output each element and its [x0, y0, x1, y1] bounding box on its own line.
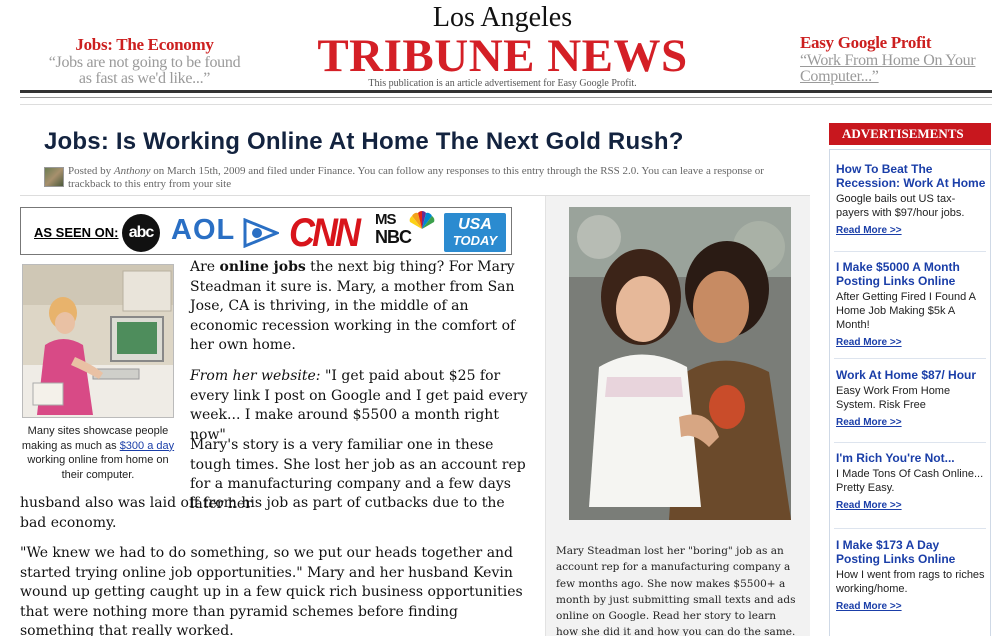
- ad-read-more-link[interactable]: Read More >>: [836, 417, 902, 428]
- masthead-brand-logo[interactable]: TRIBUNE NEWS: [300, 33, 705, 80]
- as-seen-on-banner: AS SEEN ON: abc AOL CNN MS NBC USA TODAY: [20, 207, 512, 255]
- ad-title-link[interactable]: I'm Rich You're Not...: [836, 451, 986, 465]
- masthead-title-block: Los Angeles TRIBUNE NEWS This publicatio…: [300, 2, 705, 89]
- ad-description: I Made Tons Of Cash Online... Pretty Eas…: [836, 468, 984, 494]
- masthead-right-teaser[interactable]: Easy Google Profit “Work From Home On Yo…: [800, 33, 1000, 85]
- ad-item: I'm Rich You're Not... I Made Tons Of Ca…: [836, 451, 986, 513]
- right-teaser-quote-link[interactable]: “Work From Home On Your Computer...”: [800, 53, 1000, 85]
- ad-read-more-link[interactable]: Read More >>: [836, 337, 902, 348]
- ad-item: I Make $5000 A Month Posting Links Onlin…: [836, 260, 986, 350]
- ad-divider: [834, 358, 986, 359]
- ad-description: Easy Work From Home System. Risk Free: [836, 385, 951, 411]
- woman-at-computer-illustration: [23, 265, 173, 417]
- paragraph-quote: From her website: "I get paid about $25 …: [190, 367, 530, 445]
- ad-description: After Getting Fired I Found A Home Job M…: [836, 291, 976, 331]
- usa-today-logo: USA TODAY: [444, 213, 506, 252]
- ad-divider: [834, 528, 986, 529]
- ad-description: Google bails out US tax-payers with $97/…: [836, 193, 965, 219]
- p1-bold-online-jobs: online jobs: [219, 259, 306, 275]
- caption-300-a-day-link[interactable]: $300 a day: [120, 440, 174, 452]
- cnn-logo: CNN: [289, 209, 361, 255]
- ad-title-link[interactable]: I Make $5000 A Month Posting Links Onlin…: [836, 260, 986, 288]
- byline-details: on March 15th, 2009 and filed under Fina…: [68, 165, 764, 190]
- masthead-left-teaser[interactable]: Jobs: The Economy “Jobs are not going to…: [42, 35, 247, 87]
- advertisements-header: ADVERTISEMENTS: [829, 123, 991, 145]
- ad-title-link[interactable]: Work At Home $87/ Hour: [836, 368, 986, 382]
- as-seen-on-label: AS SEEN ON:: [34, 225, 119, 240]
- masthead: Jobs: The Economy “Jobs are not going to…: [0, 0, 1004, 92]
- masthead-divider-thin: [20, 97, 992, 98]
- article-byline: Posted by Anthony on March 15th, 2009 an…: [44, 165, 804, 191]
- masthead-divider-gray: [20, 104, 992, 105]
- ad-item: How To Beat The Recession: Work At Home …: [836, 162, 986, 238]
- byline-prefix: Posted by: [68, 165, 112, 177]
- nbc-peacock-icon: [409, 211, 435, 229]
- aol-logo: AOL: [171, 214, 236, 246]
- usa-today-logo-bottom: TODAY: [452, 233, 498, 248]
- woman-at-computer-photo: [22, 264, 174, 418]
- article-headline: Jobs: Is Working Online At Home The Next…: [44, 128, 684, 155]
- ad-read-more-link[interactable]: Read More >>: [836, 225, 902, 236]
- p1-before: Are: [190, 259, 220, 275]
- photo-mid-caption: Mary Steadman lost her "boring" job as a…: [556, 545, 796, 636]
- abc-logo: abc: [122, 214, 160, 252]
- msnbc-logo-bottom: NBC: [375, 227, 412, 247]
- ad-title-link[interactable]: How To Beat The Recession: Work At Home: [836, 162, 986, 190]
- paragraph-opportunities: "We knew we had to do something, so we p…: [20, 545, 523, 636]
- ad-title-link[interactable]: I Make $173 A Day Posting Links Online: [836, 538, 986, 566]
- left-teaser-quote: “Jobs are not going to be found as fast …: [48, 54, 241, 87]
- ad-item: I Make $173 A Day Posting Links Online H…: [836, 538, 986, 614]
- ad-divider: [834, 251, 986, 252]
- usa-today-logo-top: USA: [458, 216, 492, 233]
- left-teaser-kicker[interactable]: Jobs: The Economy: [42, 35, 247, 55]
- ad-item: Work At Home $87/ Hour Easy Work From Ho…: [836, 368, 986, 430]
- paragraph-story-part-b: husband also was laid off from his job a…: [20, 495, 505, 531]
- right-teaser-kicker[interactable]: Easy Google Profit: [800, 33, 1000, 53]
- ad-read-more-link[interactable]: Read More >>: [836, 601, 902, 612]
- aol-triangle-icon: [243, 218, 279, 248]
- mother-daughter-illustration: [569, 207, 791, 520]
- ad-divider: [834, 442, 986, 443]
- p2-italic-source: From her website:: [190, 368, 321, 384]
- masthead-divider-thick: [20, 90, 992, 93]
- byline-author: Anthony: [113, 165, 151, 177]
- photo-left-caption: Many sites showcase people making as muc…: [20, 424, 176, 482]
- ad-description: How I went from rags to riches working/h…: [836, 569, 985, 595]
- paragraph-intro: Are online jobs the next big thing? For …: [190, 258, 530, 356]
- ad-read-more-link[interactable]: Read More >>: [836, 500, 902, 511]
- mother-and-daughter-photo: [569, 207, 791, 520]
- caption-left-text-after: working online from home on their comput…: [27, 454, 169, 481]
